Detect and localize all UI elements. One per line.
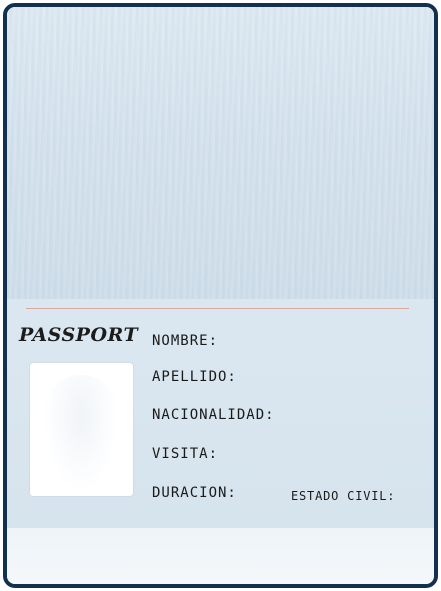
photo-placeholder[interactable] bbox=[30, 363, 133, 496]
bottom-strip bbox=[7, 528, 434, 584]
passport-title: PASSPORT bbox=[19, 324, 139, 346]
apellido-label: APELLIDO: bbox=[152, 369, 237, 385]
textured-header-panel bbox=[7, 7, 434, 299]
duracion-label: DURACION: bbox=[152, 485, 237, 501]
nacionalidad-label: NACIONALIDAD: bbox=[152, 407, 275, 423]
portrait-silhouette-icon bbox=[44, 375, 118, 493]
nombre-label: NOMBRE: bbox=[152, 333, 219, 349]
visita-label: VISITA: bbox=[152, 446, 219, 462]
section-divider bbox=[26, 308, 409, 309]
estado-civil-label: ESTADO CIVIL: bbox=[291, 489, 396, 503]
